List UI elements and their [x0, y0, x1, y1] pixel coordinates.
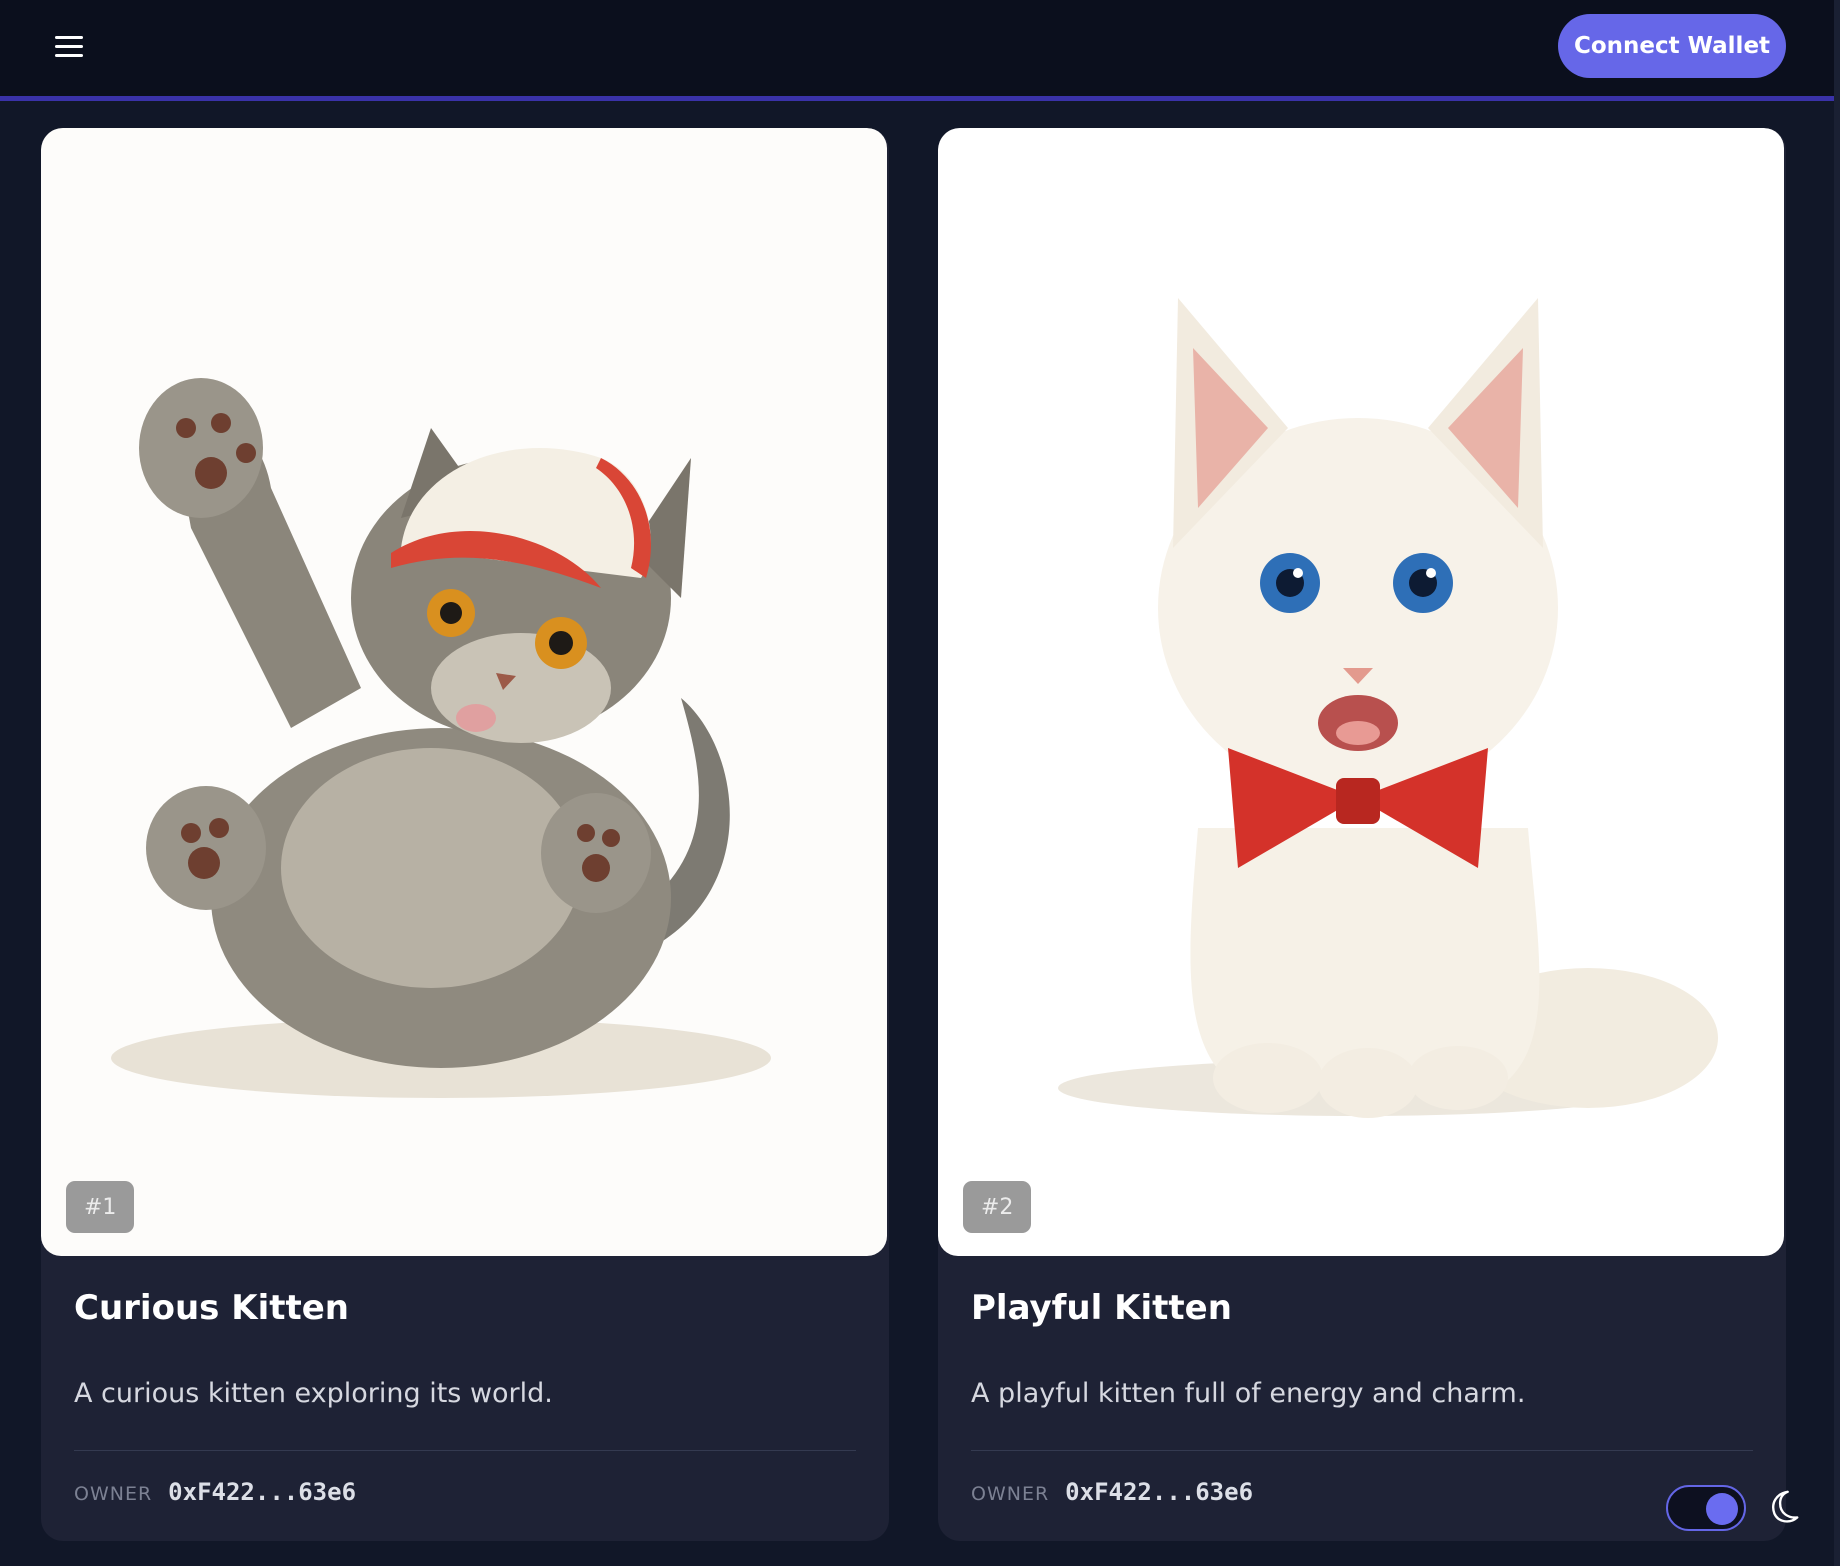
- owner-row: OWNER 0xF422...63e6: [971, 1478, 1253, 1506]
- scrollbar[interactable]: [1834, 0, 1840, 1566]
- theme-toggle[interactable]: [1666, 1485, 1746, 1531]
- kitten-image: #2: [938, 128, 1784, 1256]
- divider: [74, 1450, 856, 1451]
- kitten-image: #1: [41, 128, 887, 1256]
- moon-icon[interactable]: [1763, 1488, 1801, 1526]
- owner-row: OWNER 0xF422...63e6: [74, 1478, 356, 1506]
- card-title: Curious Kitten: [74, 1288, 349, 1328]
- card-description: A curious kitten exploring its world.: [74, 1378, 553, 1409]
- owner-address[interactable]: 0xF422...63e6: [1065, 1478, 1253, 1506]
- nft-card[interactable]: #2 Playful Kitten A playful kitten full …: [938, 128, 1786, 1541]
- owner-label: OWNER: [74, 1483, 153, 1505]
- token-badge: #1: [66, 1181, 135, 1233]
- toggle-knob: [1706, 1493, 1738, 1525]
- owner-label: OWNER: [971, 1483, 1050, 1505]
- menu-icon[interactable]: [55, 36, 83, 58]
- owner-address[interactable]: 0xF422...63e6: [168, 1478, 356, 1506]
- card-description: A playful kitten full of energy and char…: [971, 1378, 1526, 1409]
- connect-wallet-button[interactable]: Connect Wallet: [1558, 14, 1786, 78]
- divider: [971, 1450, 1753, 1451]
- card-title: Playful Kitten: [971, 1288, 1232, 1328]
- nft-card[interactable]: #1 Curious Kitten A curious kitten explo…: [41, 128, 889, 1541]
- top-bar: Connect Wallet: [0, 0, 1834, 101]
- token-badge: #2: [963, 1181, 1032, 1233]
